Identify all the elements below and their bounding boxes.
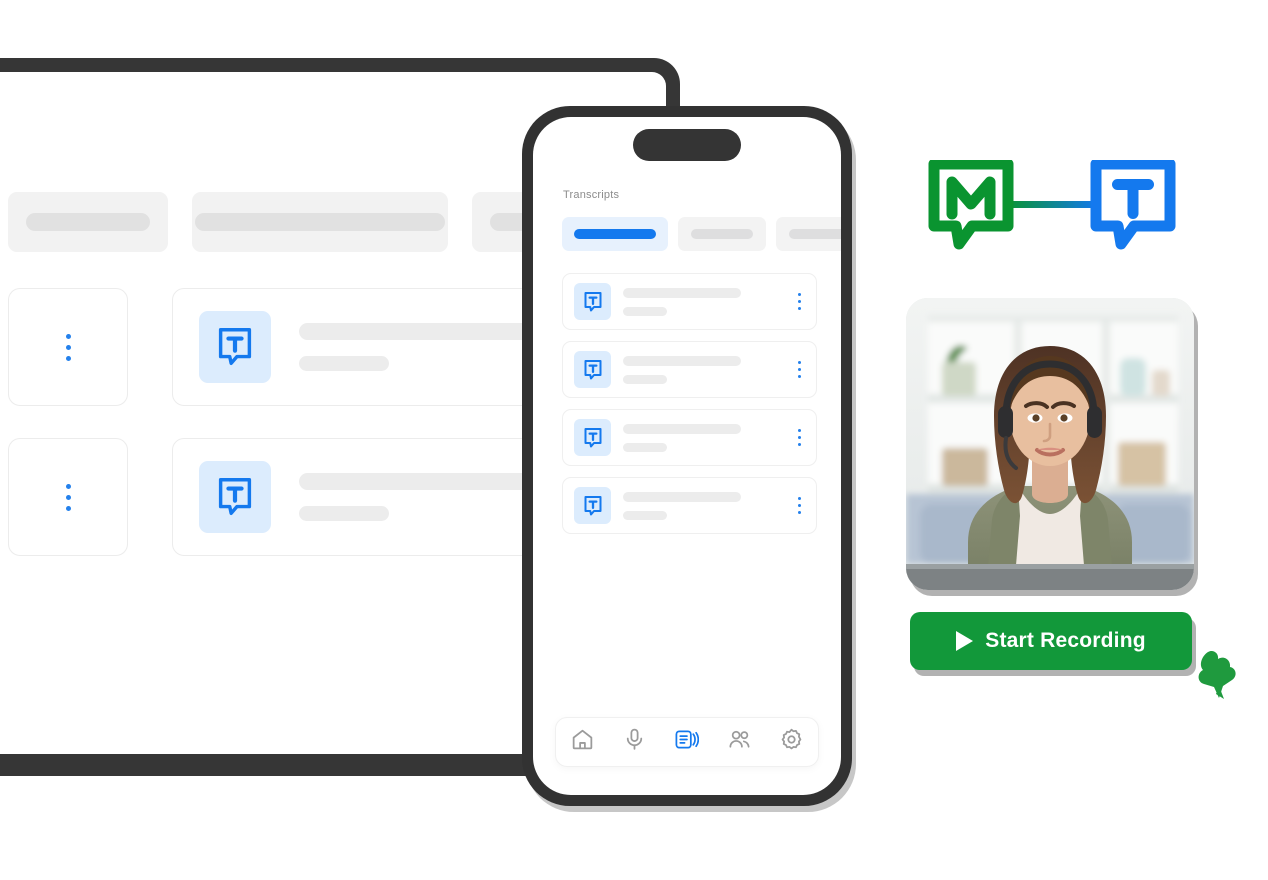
more-options-icon[interactable] xyxy=(65,483,71,511)
gear-icon[interactable] xyxy=(779,727,804,757)
dynamic-island xyxy=(633,129,741,161)
list-item[interactable] xyxy=(562,409,817,466)
phone-tab-2[interactable] xyxy=(678,217,766,251)
desktop-tab-1[interactable] xyxy=(8,192,168,252)
tab-placeholder-bar xyxy=(574,229,656,239)
row-subtitle-placeholder xyxy=(299,506,389,521)
phone-tab-3[interactable] xyxy=(776,217,841,251)
mobile-app-mockup: Transcripts xyxy=(522,106,852,806)
more-options-icon[interactable] xyxy=(65,333,71,361)
microphone-icon[interactable] xyxy=(622,727,647,757)
item-placeholder-lines xyxy=(623,287,786,316)
tab-placeholder-bar xyxy=(789,229,841,239)
phone-tab-strip xyxy=(562,217,841,251)
item-subtitle-placeholder xyxy=(623,510,667,520)
transcript-bubble-icon xyxy=(574,419,611,456)
row-title-placeholder xyxy=(299,323,531,340)
transcript-bubble-icon xyxy=(574,487,611,524)
more-options-icon[interactable] xyxy=(798,361,801,378)
desktop-tab-2[interactable] xyxy=(191,192,449,252)
people-icon[interactable] xyxy=(727,727,752,757)
transcript-bubble-icon xyxy=(199,461,271,533)
row-title-placeholder xyxy=(299,473,531,490)
item-subtitle-placeholder xyxy=(623,306,667,316)
page-root: Transcripts Start Recording xyxy=(0,0,1268,880)
meeting-bubble-m-icon xyxy=(928,158,1014,252)
item-placeholder-lines xyxy=(623,355,786,384)
more-options-icon[interactable] xyxy=(798,497,801,514)
item-subtitle-placeholder xyxy=(623,374,667,384)
item-title-placeholder xyxy=(623,491,741,502)
tab-placeholder-bar xyxy=(195,213,445,231)
more-options-icon[interactable] xyxy=(798,429,801,446)
transcript-bubble-icon xyxy=(574,351,611,388)
gradient-link-icon xyxy=(1006,201,1098,208)
transcript-bubble-icon xyxy=(199,311,271,383)
play-icon xyxy=(956,631,974,651)
transcript-bubble-t-icon xyxy=(1090,158,1176,252)
video-call-preview[interactable] xyxy=(906,298,1194,590)
integration-logos xyxy=(928,158,1176,272)
row-placeholder-lines xyxy=(299,473,531,521)
item-placeholder-lines xyxy=(623,423,786,452)
list-item[interactable] xyxy=(562,477,817,534)
start-recording-label: Start Recording xyxy=(985,629,1146,652)
row-placeholder-lines xyxy=(299,323,531,371)
item-placeholder-lines xyxy=(623,491,786,520)
phone-bottom-nav xyxy=(555,717,819,767)
page-title: Transcripts xyxy=(563,189,620,201)
tab-transcripts[interactable] xyxy=(562,217,668,251)
phone-screen: Transcripts xyxy=(533,117,841,795)
tab-placeholder-bar xyxy=(691,229,753,239)
transcript-bubble-icon xyxy=(574,283,611,320)
home-icon[interactable] xyxy=(570,727,595,757)
tab-placeholder-bar xyxy=(25,213,150,231)
more-options-icon[interactable] xyxy=(798,293,801,310)
item-subtitle-placeholder xyxy=(623,442,667,452)
list-item[interactable] xyxy=(562,341,817,398)
list-item[interactable] xyxy=(562,273,817,330)
row-subtitle-placeholder xyxy=(299,356,389,371)
phone-transcript-list xyxy=(562,273,817,534)
row-menu-card[interactable] xyxy=(8,288,128,406)
start-recording-button[interactable]: Start Recording xyxy=(910,612,1192,670)
row-menu-card[interactable] xyxy=(8,438,128,556)
item-title-placeholder xyxy=(623,355,741,366)
decorative-leaf-icon xyxy=(1192,648,1238,700)
item-title-placeholder xyxy=(623,423,741,434)
item-title-placeholder xyxy=(623,287,741,298)
transcript-document-icon[interactable] xyxy=(674,727,700,757)
